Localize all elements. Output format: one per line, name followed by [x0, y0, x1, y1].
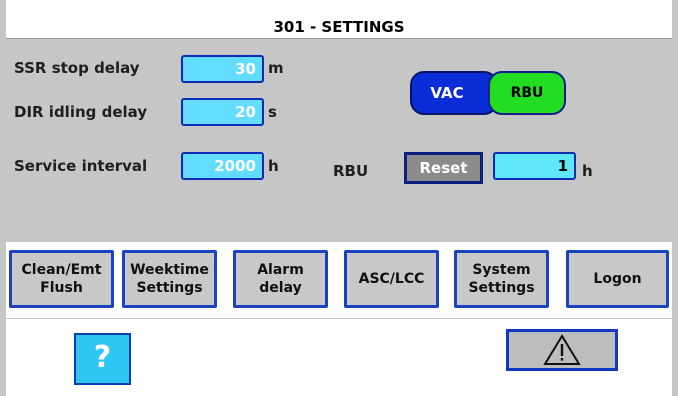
alarm-delay-button[interactable]: Alarm delay [233, 250, 328, 308]
system-settings-button[interactable]: System Settings [454, 250, 549, 308]
ssr-stop-delay-label: SSR stop delay [14, 59, 140, 77]
weektime-settings-button[interactable]: Weektime Settings [122, 250, 217, 308]
rbu-reset-button[interactable]: Reset [404, 152, 483, 184]
help-button[interactable]: ? [74, 333, 131, 385]
service-interval-unit: h [268, 157, 279, 175]
rbu-hours-unit: h [582, 162, 593, 180]
ssr-stop-delay-unit: m [268, 59, 284, 77]
dir-idling-delay-unit: s [268, 103, 277, 121]
ssr-stop-delay-field[interactable]: 30 [181, 55, 264, 83]
dir-idling-delay-label: DIR idling delay [14, 103, 148, 121]
logon-button[interactable]: Logon [566, 250, 669, 308]
alarm-button[interactable] [506, 329, 618, 371]
rbu-hours-field[interactable]: 1 [493, 152, 576, 180]
right-frame [672, 0, 678, 396]
hmi-screen: 301 - SETTINGS SSR stop delay 30 m DIR i… [0, 0, 678, 396]
rbu-toggle-button[interactable]: RBU [488, 71, 566, 115]
page-title: 301 - SETTINGS [6, 16, 672, 39]
clean-flush-button[interactable]: Clean/Emt Flush [9, 250, 114, 308]
footer-divider [6, 318, 672, 319]
asc-lcc-button[interactable]: ASC/LCC [344, 250, 439, 308]
service-interval-field[interactable]: 2000 [181, 152, 264, 180]
dir-idling-delay-field[interactable]: 20 [181, 98, 264, 126]
service-interval-label: Service interval [14, 157, 148, 175]
rbu-label: RBU [333, 162, 369, 180]
vac-toggle-button[interactable]: VAC [410, 71, 498, 115]
warning-triangle-icon [543, 334, 581, 365]
